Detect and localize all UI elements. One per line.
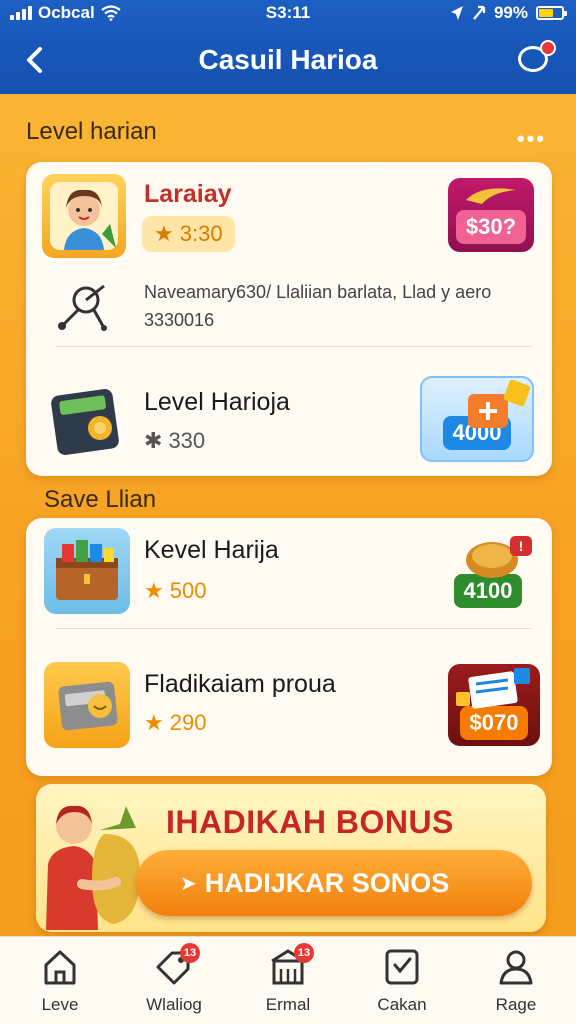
section-title-level-harian: Level harian <box>26 118 157 145</box>
nav-label: Rage <box>495 995 537 1014</box>
points-label: ★ 290 <box>144 710 206 736</box>
svg-text:!: ! <box>519 538 524 554</box>
claim-bonus-button[interactable]: ➤ HADIJKAR SONOS <box>136 850 532 916</box>
navigation-arrow-icon <box>473 5 486 20</box>
reward-card-red[interactable]: $070 <box>448 664 540 746</box>
star-icon: ★ <box>144 710 164 735</box>
tag-icon: 13 <box>152 943 200 989</box>
more-options-icon[interactable]: ••• <box>517 126 546 152</box>
nav-label: Leve <box>41 995 79 1014</box>
star-outline-icon: ✱ <box>144 428 163 453</box>
arrow-right-icon: ➤ <box>180 872 197 895</box>
character-avatar-icon <box>42 174 126 258</box>
points-badge: ★ 3:30 <box>142 216 235 252</box>
nav-label: Cakan <box>377 995 427 1014</box>
calculator-icon <box>51 389 119 455</box>
reward-card-green[interactable]: ! 4100 <box>440 528 536 612</box>
star-icon: ★ <box>144 578 164 603</box>
points-value: 330 <box>168 428 206 453</box>
store-icon: 13 <box>266 943 314 989</box>
item-title: Level Harioja <box>144 388 290 416</box>
reward-card-pink[interactable]: $30? <box>448 178 534 252</box>
compass-tool-icon <box>58 284 107 331</box>
claim-bonus-label: HADIJKAR SONOS <box>204 867 450 898</box>
item-title: Laraiay <box>144 180 232 208</box>
points-value: 500 <box>169 578 207 603</box>
divider <box>56 628 532 629</box>
location-icon <box>450 6 463 20</box>
battery-icon <box>536 6 567 20</box>
nav-label: Ermal <box>265 995 311 1014</box>
status-right: 99% <box>450 3 567 23</box>
item-title: Kevel Harija <box>144 536 279 564</box>
item-title: Fladikaiam proua <box>144 670 336 698</box>
checklist-icon <box>380 945 424 989</box>
notification-badge: 13 <box>180 943 200 963</box>
bonus-title: IHADIKAH BONUS <box>166 804 454 840</box>
points-label: ★ 500 <box>144 578 206 604</box>
ticket-icon <box>456 668 530 709</box>
bonus-banner[interactable]: IHADIKAH BONUS ➤ HADIJKAR SONOS <box>36 784 546 932</box>
home-icon <box>38 945 82 989</box>
points-value: 290 <box>169 710 207 735</box>
reward-value: $30? <box>455 210 527 244</box>
nav-label: Wlaliog <box>146 995 202 1014</box>
star-icon: ★ <box>154 221 174 246</box>
nav-item-wlaliog[interactable]: 13 Wlaliog <box>119 943 229 1015</box>
app-header: Ocbcal S3:11 99% Casuil Harioa <box>0 0 576 94</box>
nav-item-rage[interactable]: Rage <box>461 945 571 1015</box>
gold-leaf-icon <box>466 188 516 204</box>
points-label: ✱ 330 <box>144 428 205 454</box>
profile-icon <box>494 945 538 989</box>
battery-percent: 99% <box>493 3 528 22</box>
status-bar: Ocbcal S3:11 99% <box>0 0 576 30</box>
bottom-navigation: Leve 13 Wlaliog 13 Ermal Cakan Rage <box>0 936 576 1024</box>
nav-item-ermal[interactable]: 13 Ermal <box>233 943 343 1015</box>
messages-button[interactable] <box>514 40 556 80</box>
nav-item-leve[interactable]: Leve <box>5 945 115 1015</box>
reward-card-blue[interactable]: 4000 <box>420 376 534 462</box>
divider <box>56 346 532 347</box>
page-title: Casuil Harioa <box>198 44 378 75</box>
coin-bag-icon: ! <box>466 536 532 578</box>
section-title-save-llian: Save Llian <box>44 486 157 513</box>
gift-box-icon <box>468 380 531 428</box>
treasure-crate-icon <box>44 528 130 614</box>
card-reader-icon <box>44 662 130 748</box>
points-value: 3:30 <box>179 221 223 246</box>
notification-dot <box>540 40 556 56</box>
nav-item-cakan[interactable]: Cakan <box>347 945 457 1015</box>
item-description: Naveamary630/ Llaliian barlata, Llad y a… <box>144 282 492 330</box>
notification-badge: 13 <box>294 943 314 963</box>
